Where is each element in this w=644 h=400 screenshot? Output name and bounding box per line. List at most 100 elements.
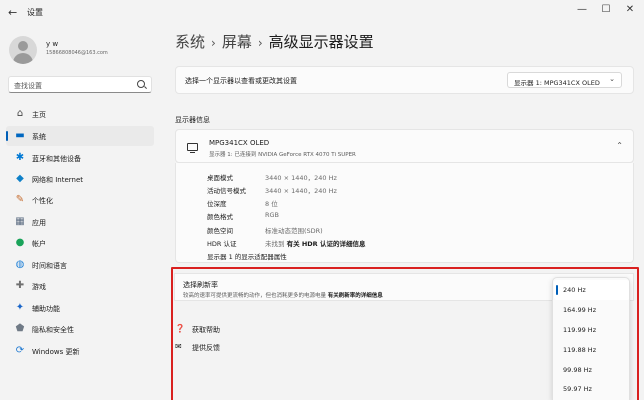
info-value: 3440 × 1440，240 Hz: [265, 187, 337, 195]
sidebar: y w 15866808046@163.com 查找设置 ⌂ 主页 ▬ 系统 ✱ 蓝牙和其…: [0, 26, 160, 400]
section-title-display-info: 显示器信息: [175, 116, 210, 124]
chevron-right-icon: ›: [211, 36, 216, 50]
adapter-properties-link[interactable]: 显示器 1 的显示适配器属性: [207, 251, 287, 261]
sidebar-item[interactable]: ⬟ 隐私和安全性: [6, 319, 154, 339]
chevron-down-icon: ⌄: [609, 75, 615, 83]
refresh-rate-option[interactable]: 59.97 Hz: [554, 379, 629, 399]
refresh-rate-option[interactable]: 164.99 Hz: [554, 300, 629, 320]
sidebar-item[interactable]: ▬ 系统: [6, 126, 154, 146]
sidebar-item-label: 系统: [32, 133, 46, 141]
window-title: 设置: [27, 8, 43, 17]
title-bar: ← 设置 — ☐ ✕: [0, 0, 644, 26]
info-value: 3440 × 1440，240 Hz: [265, 174, 337, 182]
sidebar-item-label: 应用: [32, 219, 46, 227]
sidebar-item[interactable]: ⌂ 主页: [6, 104, 154, 124]
refresh-rate-option[interactable]: 119.88 Hz: [554, 340, 629, 360]
sidebar-item[interactable]: ◆ 网络和 Internet: [6, 169, 154, 189]
sidebar-item[interactable]: ◍ 时间和语言: [6, 255, 154, 275]
display-select-card: 选择一个显示器以查看或更改其设置 显示器 1: MPG341CX OLED ⌄: [175, 66, 634, 94]
sidebar-item[interactable]: ● 帐户: [6, 233, 154, 253]
info-key: HDR 认证: [207, 240, 237, 248]
refresh-rate-option[interactable]: 99.98 Hz: [554, 360, 629, 380]
sidebar-item[interactable]: ✱ 蓝牙和其他设备: [6, 148, 154, 168]
info-key: 颜色空间: [207, 227, 233, 235]
monitor-details-panel: [175, 163, 634, 263]
sidebar-item[interactable]: ▦ 应用: [6, 212, 154, 232]
info-key: 活动信号模式: [207, 187, 246, 195]
refresh-rate-desc-text: 较高的速率可提供更流畅的动作，但也消耗更多的电源电量: [183, 293, 327, 299]
info-key: 颜色格式: [207, 213, 233, 221]
info-value: 标准动态范围(SDR): [265, 227, 323, 235]
monitor-icon: [187, 143, 198, 153]
system-icon: ▬: [15, 130, 25, 141]
sidebar-item-label: 个性化: [32, 197, 53, 205]
sidebar-item-label: 网络和 Internet: [32, 176, 84, 184]
minimize-button[interactable]: —: [575, 4, 589, 15]
info-value: RGB: [265, 211, 280, 219]
avatar-head-icon: [18, 41, 28, 51]
brush-icon: ✎: [15, 194, 25, 205]
sidebar-item[interactable]: ✚ 游戏: [6, 276, 154, 296]
hdr-info-link[interactable]: 有关 HDR 认证的详细信息: [287, 240, 366, 248]
search-input[interactable]: 查找设置: [14, 81, 42, 91]
shield-icon: ⬟: [15, 323, 25, 334]
chevron-right-icon: ›: [257, 36, 263, 50]
help-icon: ❓: [175, 324, 185, 333]
monitor-connection: 显示器 1: 已连接到 NVIDIA GeForce RTX 4070 Ti S…: [209, 152, 356, 158]
breadcrumb-display[interactable]: 屏幕: [222, 33, 252, 51]
sidebar-item[interactable]: ✎ 个性化: [6, 190, 154, 210]
accessibility-icon: ✦: [15, 302, 25, 313]
feedback-icon: ✉: [175, 342, 182, 351]
avatar-body-icon: [13, 53, 33, 64]
info-value: 未找到 有关 HDR 认证的详细信息: [265, 238, 365, 248]
refresh-rate-option-label: 119.88 Hz: [563, 346, 597, 354]
refresh-rate-info-link[interactable]: 有关刷新率的详细信息: [328, 293, 383, 299]
refresh-rate-option[interactable]: 240 Hz: [554, 280, 629, 300]
refresh-rate-option-label: 99.98 Hz: [563, 366, 592, 374]
breadcrumb: 系统 › 屏幕 › 高级显示器设置: [175, 31, 374, 52]
page-title: 高级显示器设置: [268, 33, 374, 51]
display-select-dropdown[interactable]: 显示器 1: MPG341CX OLED ⌄: [507, 72, 622, 88]
sidebar-item-label: 蓝牙和其他设备: [32, 155, 81, 163]
hdr-value: 未找到: [265, 240, 285, 248]
monitor-name: MPG341CX OLED: [209, 139, 270, 147]
update-icon: ⟳: [15, 345, 25, 356]
apps-icon: ▦: [15, 216, 25, 227]
display-select-value: 显示器 1: MPG341CX OLED: [514, 79, 600, 87]
close-button[interactable]: ✕: [623, 4, 637, 15]
info-key: 桌面模式: [207, 174, 233, 182]
bluetooth-icon: ✱: [15, 152, 25, 163]
refresh-rate-option-label: 164.99 Hz: [563, 306, 597, 314]
back-arrow-icon[interactable]: ←: [8, 6, 17, 19]
get-help-label: 获取帮助: [192, 326, 220, 334]
info-key: 位深度: [207, 200, 227, 208]
home-icon: ⌂: [16, 108, 24, 119]
sidebar-item[interactable]: ✦ 辅助功能: [6, 298, 154, 318]
sidebar-item-label: 游戏: [32, 283, 46, 291]
sidebar-item-label: Windows 更新: [32, 348, 80, 356]
refresh-rate-option-label: 240 Hz: [563, 286, 586, 294]
gamepad-icon: ✚: [15, 280, 25, 291]
user-name: y w: [46, 40, 59, 48]
refresh-rate-option[interactable]: 119.99 Hz: [554, 320, 629, 340]
feedback-label: 提供反馈: [192, 344, 220, 352]
refresh-rate-dropdown[interactable]: 240 Hz 164.99 Hz 119.99 Hz 119.88 Hz 99.98 H…: [552, 277, 630, 400]
chevron-up-icon[interactable]: ⌃: [616, 141, 623, 150]
globe-icon: ◍: [15, 259, 25, 270]
sidebar-item[interactable]: ⟳ Windows 更新: [6, 341, 154, 361]
wifi-icon: ◆: [16, 173, 24, 184]
refresh-rate-option-label: 59.97 Hz: [563, 385, 592, 393]
sidebar-item-label: 时间和语言: [32, 262, 67, 270]
account-icon: ●: [15, 237, 25, 248]
maximize-button[interactable]: ☐: [599, 4, 613, 15]
search-icon[interactable]: [137, 80, 145, 88]
breadcrumb-system[interactable]: 系统: [175, 33, 205, 51]
sidebar-item-label: 隐私和安全性: [32, 326, 74, 334]
search-box[interactable]: 查找设置: [8, 76, 152, 93]
monitor-card[interactable]: MPG341CX OLED 显示器 1: 已连接到 NVIDIA GeForce…: [175, 129, 634, 163]
user-email: 15866808046@163.com: [46, 50, 108, 56]
sidebar-item-label: 主页: [32, 111, 46, 119]
refresh-rate-title: 选择刷新率: [183, 281, 218, 289]
sidebar-item-label: 帐户: [32, 240, 46, 248]
avatar[interactable]: [9, 36, 37, 64]
